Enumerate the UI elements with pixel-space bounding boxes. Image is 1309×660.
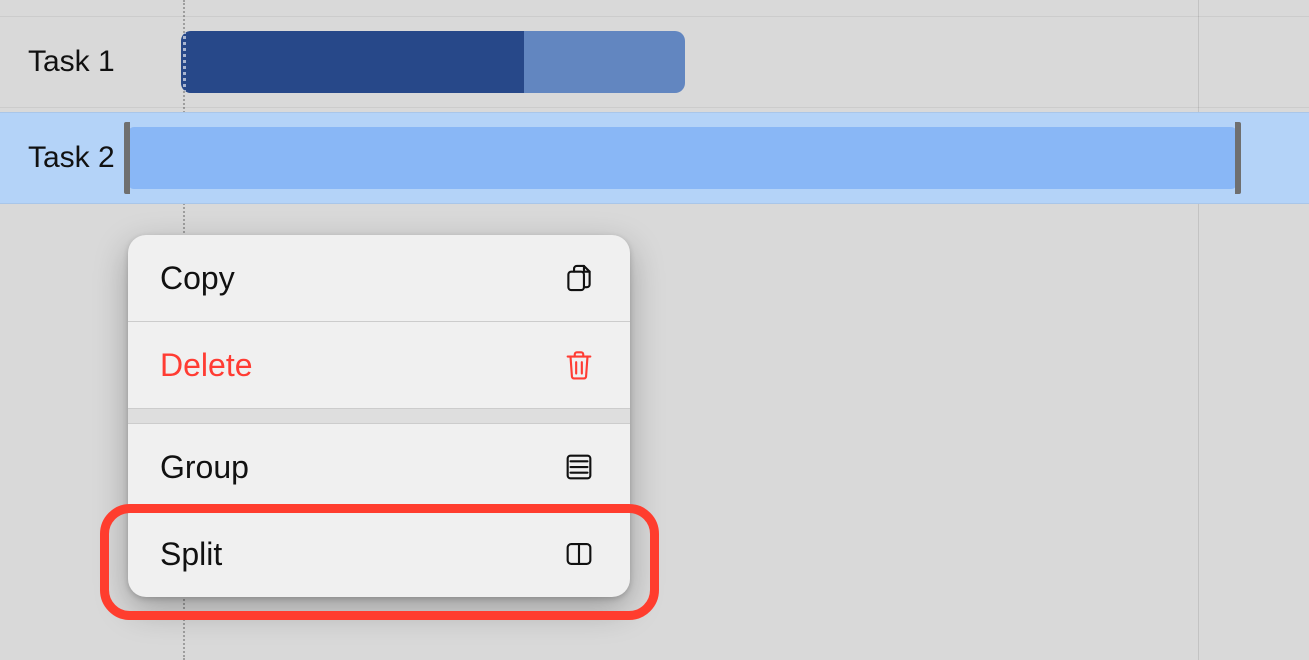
gantt-bar-task-1[interactable]: [181, 31, 685, 93]
menu-separator-thick: [128, 408, 630, 424]
context-menu: Copy Delete Group: [128, 235, 630, 597]
gantt-bar-task-1-progress: [181, 31, 524, 93]
task-label-1: Task 1: [28, 45, 115, 79]
gantt-bar-task-2[interactable]: [128, 127, 1237, 189]
gantt-bar-task-2-right-handle[interactable]: [1235, 122, 1241, 194]
trash-icon: [560, 346, 598, 384]
gantt-bar-task-2-left-handle[interactable]: [124, 122, 130, 194]
menu-item-split[interactable]: Split: [128, 511, 630, 597]
menu-item-split-label: Split: [160, 536, 222, 573]
gantt-row-task-2[interactable]: Task 2: [0, 112, 1309, 204]
menu-item-group-label: Group: [160, 449, 249, 486]
group-icon: [560, 448, 598, 486]
menu-item-copy-label: Copy: [160, 260, 235, 297]
copy-icon: [560, 259, 598, 297]
menu-item-copy[interactable]: Copy: [128, 235, 630, 321]
task-label-2: Task 2: [28, 141, 115, 175]
menu-item-group[interactable]: Group: [128, 424, 630, 510]
split-icon: [560, 535, 598, 573]
menu-item-delete[interactable]: Delete: [128, 322, 630, 408]
gantt-bar-task-1-start-handle[interactable]: [183, 31, 186, 93]
menu-item-delete-label: Delete: [160, 347, 253, 384]
gantt-row-task-1[interactable]: Task 1: [0, 16, 1309, 108]
